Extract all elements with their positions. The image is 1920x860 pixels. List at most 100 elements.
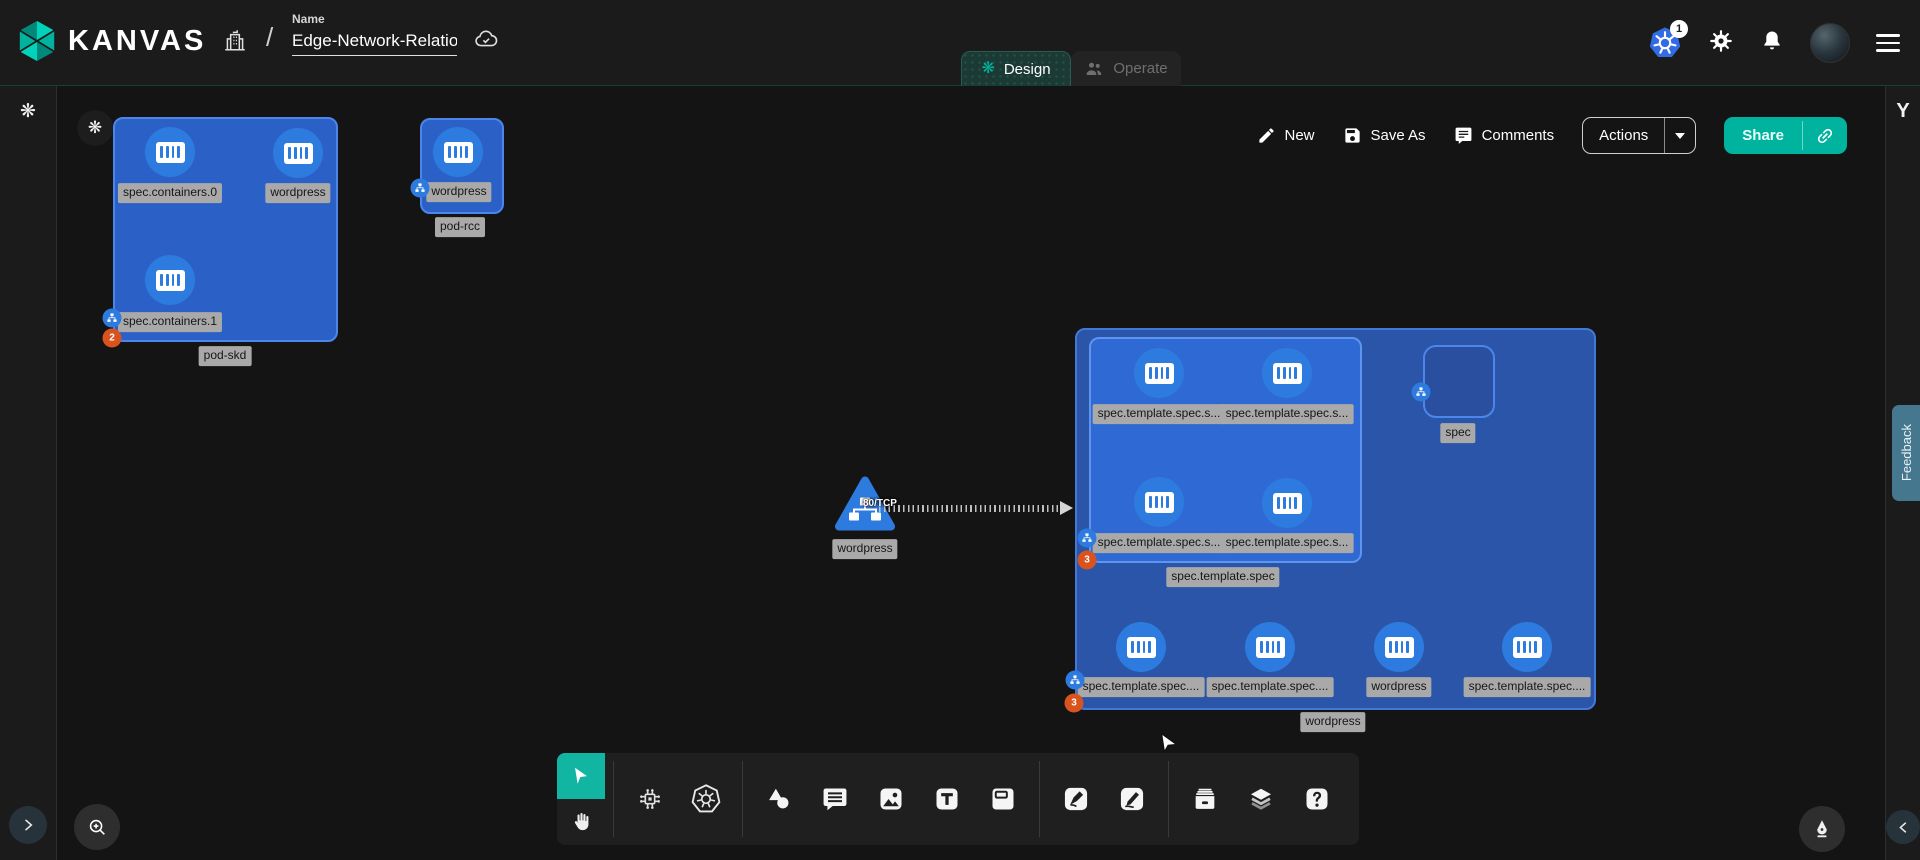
group-label: spec.template.spec <box>1166 567 1279 587</box>
pen-tool-button[interactable] <box>1050 753 1102 845</box>
select-tool-button[interactable] <box>557 753 605 799</box>
design-name-input[interactable] <box>292 29 457 56</box>
menu-hamburger-icon[interactable] <box>1876 34 1900 52</box>
group-count-badge[interactable]: 3 <box>1078 551 1097 570</box>
image-tool-button[interactable] <box>865 753 917 845</box>
pencil-scribble-icon <box>1118 785 1146 813</box>
node-container[interactable] <box>1502 622 1552 672</box>
pen-nib-button[interactable] <box>1799 806 1845 852</box>
layers-tool-button[interactable] <box>1235 753 1287 845</box>
group-hierarchy-badge[interactable] <box>103 309 122 328</box>
expand-right-panel-button[interactable] <box>1886 810 1920 844</box>
saved-components-tool-button[interactable] <box>1179 753 1231 845</box>
operate-people-icon <box>1084 59 1104 79</box>
node-label: spec.containers.0 <box>118 183 222 203</box>
node-container[interactable] <box>1134 348 1184 398</box>
kubernetes-tool-button[interactable] <box>680 753 732 845</box>
container-icon <box>156 142 185 163</box>
node-spec[interactable] <box>1423 345 1495 418</box>
tab-design-label: Design <box>1004 61 1051 78</box>
node-container[interactable] <box>1374 622 1424 672</box>
circuit-chip-icon <box>636 785 664 813</box>
components-tool-button[interactable] <box>624 753 676 845</box>
node-container[interactable] <box>1116 622 1166 672</box>
pencil-tool-button[interactable] <box>1106 753 1158 845</box>
organization-icon[interactable] <box>222 26 248 59</box>
design-canvas[interactable]: New Save As Comments Actions Share <box>57 86 1885 860</box>
save-as-button[interactable]: Save As <box>1343 126 1426 145</box>
comments-button[interactable]: Comments <box>1454 126 1555 145</box>
node-container[interactable] <box>273 128 323 178</box>
chevron-left-icon <box>1896 820 1911 835</box>
edge-port-label: 80/TCP <box>863 498 897 509</box>
y-icon[interactable]: Y <box>1896 100 1909 123</box>
share-button[interactable]: Share <box>1724 117 1847 154</box>
node-container[interactable] <box>433 127 483 177</box>
kubernetes-context-button[interactable]: 1 <box>1648 26 1682 60</box>
tab-design[interactable]: ❋ Design <box>961 51 1071 86</box>
user-avatar[interactable] <box>1810 23 1850 63</box>
design-spiral-icon: ❋ <box>981 61 994 77</box>
note-tool-button[interactable] <box>977 753 1029 845</box>
brand[interactable]: KANVAS <box>16 18 206 64</box>
notifications-bell-icon[interactable] <box>1760 29 1784 58</box>
share-label: Share <box>1724 117 1802 154</box>
comment-icon <box>1454 126 1473 145</box>
share-link-icon[interactable] <box>1803 117 1847 154</box>
actions-dropdown-button[interactable]: Actions <box>1582 117 1696 154</box>
feedback-tab[interactable]: Feedback <box>1892 405 1920 501</box>
note-icon <box>989 785 1017 813</box>
group-hierarchy-badge[interactable] <box>1066 671 1085 690</box>
node-container[interactable] <box>1262 478 1312 528</box>
node-container[interactable] <box>145 255 195 305</box>
group-hierarchy-badge[interactable] <box>1078 529 1097 548</box>
group-count-badge[interactable]: 2 <box>103 329 122 348</box>
feedback-label: Feedback <box>1899 424 1914 481</box>
floppy-icon <box>1343 126 1362 145</box>
designs-spiral-icon[interactable]: ❋ <box>20 100 36 123</box>
snowflake-badge-icon[interactable]: ❋ <box>77 110 113 146</box>
text-tool-button[interactable] <box>921 753 973 845</box>
group-hierarchy-badge[interactable] <box>411 179 430 198</box>
help-icon <box>1303 785 1331 813</box>
header-right-cluster: 1 <box>1648 0 1900 86</box>
node-container[interactable] <box>1262 348 1312 398</box>
settings-gear-icon[interactable] <box>1708 28 1734 59</box>
drawer-icon <box>1191 785 1219 813</box>
design-name-block: Name <box>292 12 457 56</box>
hand-icon <box>570 811 592 833</box>
node-label: spec.template.spec.... <box>1207 677 1334 697</box>
sitemap-icon <box>415 183 426 194</box>
kanvas-app: KANVAS / Name ❋ Design <box>0 0 1920 860</box>
zoom-in-button[interactable] <box>74 804 120 850</box>
group-hierarchy-badge[interactable] <box>1412 383 1431 402</box>
actions-label: Actions <box>1583 118 1664 153</box>
container-icon <box>1273 363 1302 384</box>
container-icon <box>1385 637 1414 658</box>
container-icon <box>444 142 473 163</box>
edge-arrowhead <box>1060 501 1073 515</box>
node-container[interactable] <box>145 127 195 177</box>
shapes-tool-button[interactable] <box>753 753 805 845</box>
new-button[interactable]: New <box>1257 126 1315 145</box>
expand-left-panel-button[interactable] <box>9 806 47 844</box>
actions-caret[interactable] <box>1665 118 1695 153</box>
pan-tool-button[interactable] <box>557 799 605 845</box>
pen-icon <box>1062 785 1090 813</box>
node-label: spec <box>1440 423 1475 443</box>
node-label: spec.template.spec.s... <box>1093 404 1226 424</box>
comment-tool-button[interactable] <box>809 753 861 845</box>
node-container[interactable] <box>1134 477 1184 527</box>
container-icon <box>1256 637 1285 658</box>
sitemap-icon <box>1070 675 1081 686</box>
toolbar-divider <box>742 761 743 837</box>
group-count-badge[interactable]: 3 <box>1065 694 1084 713</box>
sitemap-icon <box>1416 387 1427 398</box>
edge-service-to-deployment[interactable] <box>879 505 1061 512</box>
design-name-label: Name <box>292 12 457 26</box>
group-label: pod-rcc <box>435 217 485 237</box>
group-spec-template-spec[interactable] <box>1089 337 1362 563</box>
node-container[interactable] <box>1245 622 1295 672</box>
help-tool-button[interactable] <box>1291 753 1343 845</box>
tab-operate[interactable]: Operate <box>1071 51 1181 86</box>
